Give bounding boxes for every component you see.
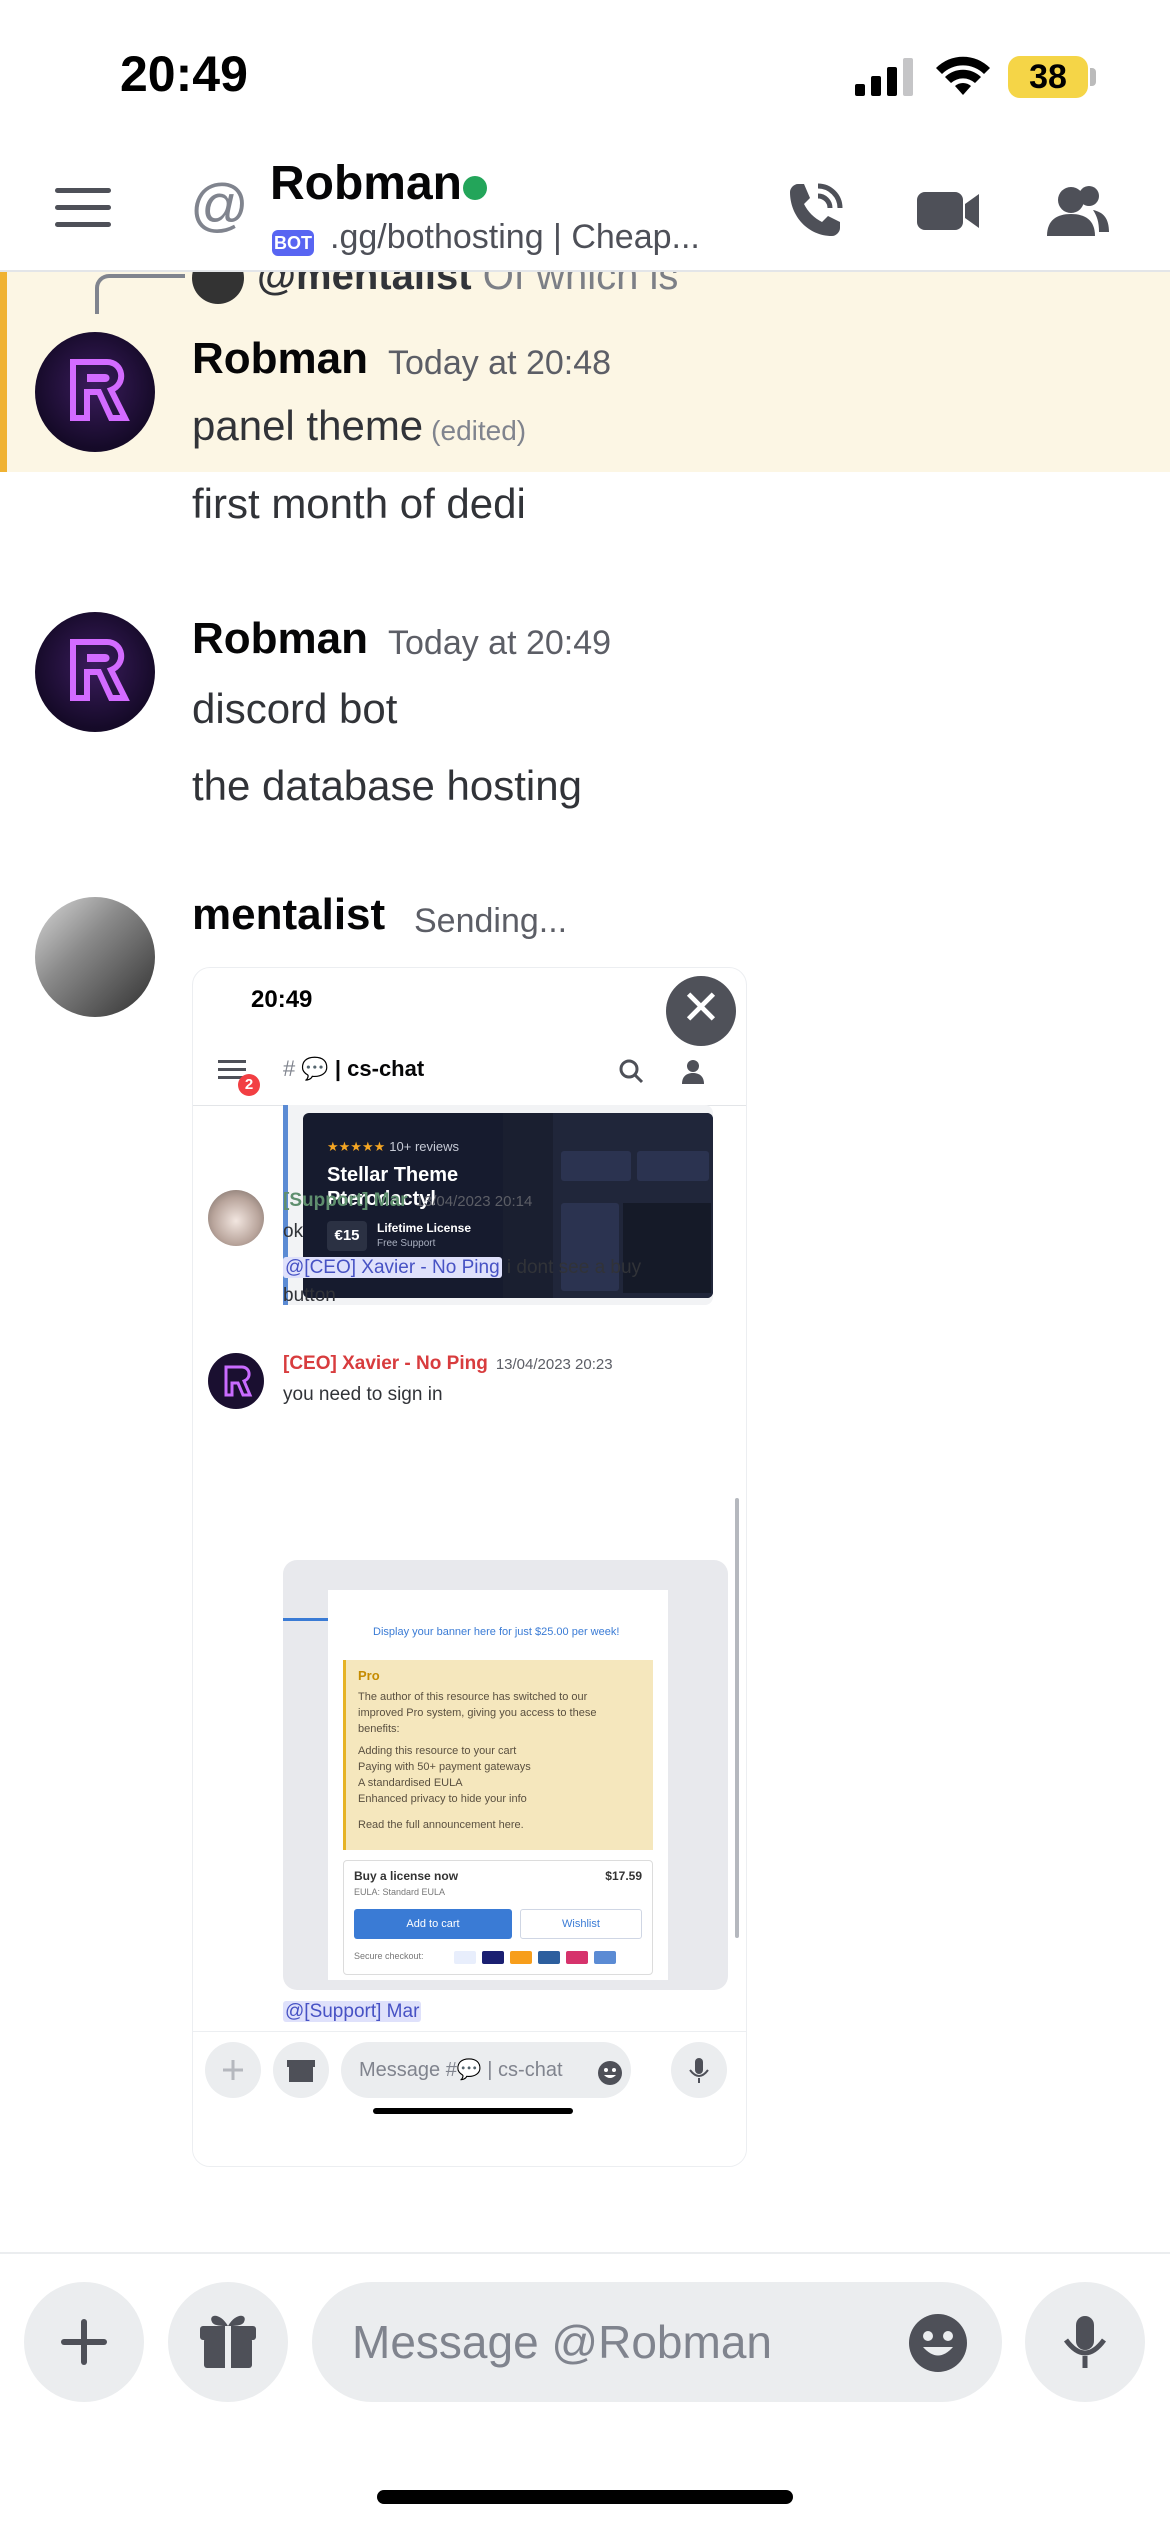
banner-text: Display your banner here for just $25.00… xyxy=(373,1626,620,1638)
attachment-members-icon xyxy=(682,1060,704,1084)
message-input[interactable] xyxy=(352,2282,872,2402)
battery-tip xyxy=(1090,68,1096,86)
message-text: first month of dedi xyxy=(192,480,526,527)
cellular-signal-icon xyxy=(855,58,913,96)
add-to-cart-image-button: Add to cart xyxy=(354,1909,512,1939)
at-icon: @ xyxy=(190,173,249,238)
attachment-emoji-icon xyxy=(598,2061,622,2085)
attachment-mic-icon xyxy=(671,2042,727,2098)
wifi-icon xyxy=(936,56,990,95)
message-timestamp: Today at 20:48 xyxy=(388,344,612,382)
attachment-text: ok xyxy=(283,1221,304,1242)
sending-status: Sending... xyxy=(414,902,568,940)
reply-connector xyxy=(95,274,185,314)
video-call-icon[interactable] xyxy=(915,178,981,244)
webpage-screenshot: Display your banner here for just $25.00… xyxy=(283,1560,728,1990)
call-icon[interactable] xyxy=(780,178,846,244)
attachment-author: [Support] Mar 13/04/2023 20:14 xyxy=(283,1190,533,1211)
attachment-scrollbar xyxy=(735,1498,739,1938)
avatar-robman[interactable] xyxy=(35,332,155,452)
promo-license: Lifetime License Free Support xyxy=(377,1221,472,1249)
edited-label: (edited) xyxy=(431,415,527,446)
message-author[interactable]: mentalist xyxy=(192,890,385,940)
attachment-channel-header: 2 # 💬 | cs-chat xyxy=(193,1038,746,1106)
message-author[interactable]: Robman xyxy=(192,334,368,384)
avatar-robman[interactable] xyxy=(35,612,155,732)
promo-price: €15 xyxy=(327,1221,367,1251)
cancel-upload-button[interactable]: ✕ xyxy=(666,976,736,1046)
attachment-text: @[CEO] Xavier - No Ping i dont see a buy xyxy=(283,1257,642,1278)
attachment-search-icon xyxy=(619,1059,644,1084)
message-input-wrapper xyxy=(312,2282,1002,2402)
message-text: the database hosting xyxy=(192,762,582,809)
emoji-icon[interactable] xyxy=(907,2312,969,2374)
menu-icon[interactable] xyxy=(55,188,111,232)
members-icon[interactable] xyxy=(1045,178,1111,244)
chat-area[interactable]: @mentalist Of which is Robman Today at 2… xyxy=(0,272,1170,2252)
pro-notice: Pro The author of this resource has swit… xyxy=(343,1660,653,1850)
plus-icon xyxy=(61,2319,107,2365)
message-text: discord bot xyxy=(192,685,398,732)
home-indicator[interactable] xyxy=(377,2490,793,2504)
attachment-notification-badge: 2 xyxy=(238,1074,260,1096)
message-author[interactable]: Robman xyxy=(192,614,368,664)
xavier-avatar xyxy=(208,1353,264,1409)
online-status-dot xyxy=(463,176,487,200)
attach-button[interactable] xyxy=(24,2282,144,2402)
reply-preview[interactable]: @mentalist Of which is xyxy=(257,272,678,299)
bot-tag: BOT xyxy=(272,230,314,256)
dm-header: @ Robman BOT .gg/bothosting | Cheap... xyxy=(0,150,1170,272)
user-status-text[interactable]: .gg/bothosting | Cheap... xyxy=(330,218,700,257)
dm-username[interactable]: Robman xyxy=(270,156,462,211)
status-time: 20:49 xyxy=(120,46,248,102)
gift-icon xyxy=(200,2315,256,2368)
status-bar: 20:49 38 xyxy=(0,0,1170,150)
microphone-icon xyxy=(1063,2316,1107,2368)
support-mar-avatar xyxy=(208,1190,264,1246)
voice-message-button[interactable] xyxy=(1025,2282,1145,2402)
image-attachment[interactable]: 20:49 ✕ 2 # 💬 | cs-chat ★★★★★ 10+ reviews… xyxy=(192,967,747,2167)
attachment-add-icon xyxy=(205,2042,261,2098)
attachment-gift-icon xyxy=(273,2042,329,2098)
attachment-home-indicator xyxy=(373,2108,573,2114)
attachment-author: [CEO] Xavier - No Ping 13/04/2023 20:23 xyxy=(283,1353,613,1374)
buy-license-box: Buy a license now $17.59 EULA: Standard … xyxy=(343,1860,653,1975)
attachment-composer: Message #💬 | cs-chat xyxy=(193,2031,746,2166)
attachment-text: you need to sign in xyxy=(283,1384,443,1405)
attachment-text: button xyxy=(283,1285,336,1306)
attachment-channel-name: # 💬 | cs-chat xyxy=(283,1056,425,1081)
rating-stars: ★★★★★ 10+ reviews xyxy=(327,1139,460,1154)
attachment-message-input: Message #💬 | cs-chat xyxy=(341,2042,631,2098)
attachment-status-time: 20:49 xyxy=(251,986,313,1013)
wishlist-image-button: Wishlist xyxy=(520,1909,642,1939)
gift-button[interactable] xyxy=(168,2282,288,2402)
attachment-text: @[Support] Mar xyxy=(283,2001,422,2022)
message-timestamp: Today at 20:49 xyxy=(388,624,612,662)
avatar-mentalist[interactable] xyxy=(35,897,155,1017)
battery-indicator: 38 xyxy=(1008,56,1088,98)
message-text: panel theme (edited) xyxy=(192,402,527,449)
